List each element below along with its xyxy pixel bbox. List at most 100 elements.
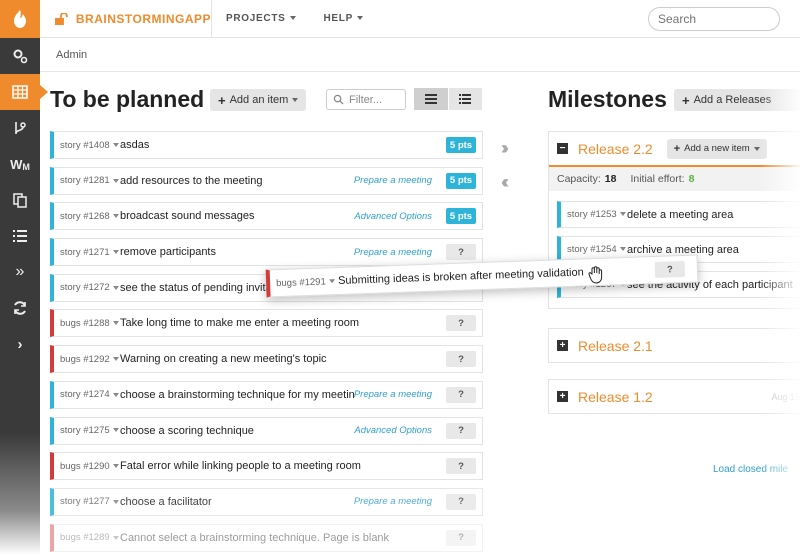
search-icon [333, 94, 344, 105]
list-icon[interactable] [0, 218, 40, 254]
release-name[interactable]: Release 2.2 [578, 141, 653, 157]
estimate-badge[interactable]: ? [446, 458, 476, 475]
list-item[interactable]: story #1253 delete a meeting area [557, 201, 800, 228]
chevron-down-icon [619, 247, 626, 252]
card-id[interactable]: story #1271 [60, 247, 120, 258]
list-item[interactable]: bugs #1292 Warning on creating a new meet… [50, 345, 483, 374]
estimate-badge[interactable]: ? [446, 529, 476, 546]
estimate-badge[interactable]: ? [446, 386, 476, 403]
list-item[interactable]: story #1277 choose a facilitator Prepare a… [50, 487, 483, 516]
epic-tag[interactable]: Prepare a meeting [354, 247, 432, 258]
card-title: asdas [120, 139, 150, 151]
copy-icon[interactable] [0, 182, 40, 218]
list-item[interactable]: story #1281 add resources to the meeting P… [50, 166, 483, 195]
page-title: To be planned [50, 86, 205, 112]
add-release-button[interactable]: + Add a Releases [674, 89, 800, 111]
list-item[interactable]: bugs #1290 Fatal error while linking peop… [50, 452, 483, 481]
card-id[interactable]: story #1275 [60, 425, 120, 436]
move-right-icon[interactable]: ››› [501, 138, 509, 159]
card-id[interactable]: bugs #1290 [60, 461, 120, 472]
estimate-badge[interactable]: ? [446, 315, 476, 332]
list-item[interactable]: story #1275 choose a scoring technique Adv… [50, 416, 483, 445]
expand-icon[interactable]: + [557, 340, 568, 351]
card-title: Submitting ideas is broken after meeting… [337, 266, 584, 288]
card-id[interactable]: story #1277 [60, 496, 120, 507]
card-id[interactable]: bugs #1289 [60, 532, 120, 543]
search-input[interactable] [648, 7, 780, 31]
refresh-icon[interactable] [0, 290, 40, 326]
card-id[interactable]: bugs #1291 [276, 276, 338, 289]
top-nav: PROJECTS HELP [212, 0, 377, 38]
release-panel: + Release 2.1 [548, 328, 800, 363]
card-id[interactable]: bugs #1292 [60, 354, 120, 365]
collapse-icon[interactable]: − [557, 143, 568, 154]
estimate-badge[interactable]: ? [446, 422, 476, 439]
chevron-down-icon [112, 428, 119, 433]
epic-tag[interactable]: Prepare a meeting [354, 496, 432, 507]
chevron-down-icon [112, 535, 119, 540]
card-id[interactable]: story #1268 [60, 211, 120, 222]
estimate-badge[interactable]: 5 pts [446, 137, 476, 153]
card-id[interactable]: story #1281 [60, 175, 120, 186]
estimate-badge[interactable]: ? [446, 244, 476, 261]
epic-tag[interactable]: Advanced Options [354, 211, 432, 222]
breadcrumb[interactable]: Admin [40, 38, 800, 72]
nav-help[interactable]: HELP [310, 13, 377, 24]
release-header: + Release 2.1 [549, 329, 800, 362]
list-item[interactable]: story #1271 remove participants Prepare a … [50, 238, 483, 267]
epic-tag[interactable]: Prepare a meeting [354, 175, 432, 186]
card-id[interactable]: story #1408 [60, 140, 120, 151]
epic-tag[interactable]: Prepare a meeting [354, 389, 432, 400]
card-id[interactable]: bugs #1288 [60, 318, 120, 329]
add-item-button[interactable]: + Add an item [210, 89, 307, 111]
wm-icon[interactable]: WM [0, 146, 40, 182]
double-chevron-icon[interactable]: » [0, 254, 40, 290]
release-header: − Release 2.2 + Add a new item [549, 132, 800, 165]
card-id[interactable]: story #1254 [567, 244, 627, 255]
card-title: choose a facilitator [120, 495, 212, 508]
view-toggle [414, 88, 482, 110]
estimate-badge[interactable]: 5 pts [446, 208, 476, 225]
chevron-down-icon [112, 392, 119, 397]
detail-view-button[interactable] [447, 88, 482, 110]
backlog-list: story #1408 asdas 5 pts story #1281 add reso… [50, 131, 483, 555]
estimate-badge[interactable]: ? [446, 351, 476, 368]
gears-icon[interactable] [0, 38, 40, 74]
release-name[interactable]: Release 2.1 [578, 338, 653, 354]
add-new-item-button[interactable]: + Add a new item [666, 138, 767, 159]
initial-effort: Initial effort: 8 [630, 173, 695, 185]
chevron-down-icon [619, 212, 626, 217]
estimate-badge[interactable]: ? [654, 260, 686, 278]
chevron-right-icon[interactable]: › [0, 326, 40, 362]
release-name[interactable]: Release 1.2 [578, 389, 653, 405]
list-item[interactable]: bugs #1289 Cannot select a brainstorming … [50, 523, 483, 552]
app-logo[interactable] [0, 0, 40, 38]
git-branch-icon[interactable] [0, 110, 40, 146]
list-item[interactable]: story #1408 asdas 5 pts [50, 131, 483, 159]
card-id[interactable]: story #1272 [60, 282, 120, 293]
grid-icon[interactable] [0, 74, 48, 110]
brand[interactable]: BRAINSTORMINGAPP [40, 0, 212, 38]
list-item[interactable]: story #1274 choose a brainstorming techni… [50, 380, 483, 409]
list-item[interactable]: bugs #1288 Take long time to make me ente… [50, 309, 483, 338]
list-item[interactable]: story #1268 broadcast sound messages Advan… [50, 202, 483, 231]
release-panel: + Release 1.2 Aug 15 [548, 379, 800, 414]
list-view-button[interactable] [414, 88, 448, 110]
card-id[interactable]: story #1253 [567, 209, 627, 220]
card-title: choose a scoring technique [120, 424, 254, 437]
load-closed-milestones-link[interactable]: Load closed mile [713, 464, 788, 475]
unlock-icon [54, 12, 68, 25]
list-icon [424, 94, 437, 104]
chevron-down-icon [357, 16, 363, 21]
nav-projects[interactable]: PROJECTS [212, 13, 310, 24]
filter-input[interactable]: Filter... [326, 89, 406, 110]
card-id[interactable]: story #1274 [60, 389, 120, 400]
card-title: broadcast sound messages [120, 210, 255, 223]
estimate-badge[interactable]: 5 pts [446, 172, 476, 189]
estimate-badge[interactable]: ? [446, 493, 476, 510]
expand-icon[interactable]: + [557, 391, 568, 402]
chevron-down-icon [289, 16, 296, 21]
release-header: + Release 1.2 Aug 15 [549, 380, 800, 413]
move-left-icon[interactable]: ‹‹‹ [501, 172, 509, 193]
epic-tag[interactable]: Advanced Options [354, 425, 432, 436]
